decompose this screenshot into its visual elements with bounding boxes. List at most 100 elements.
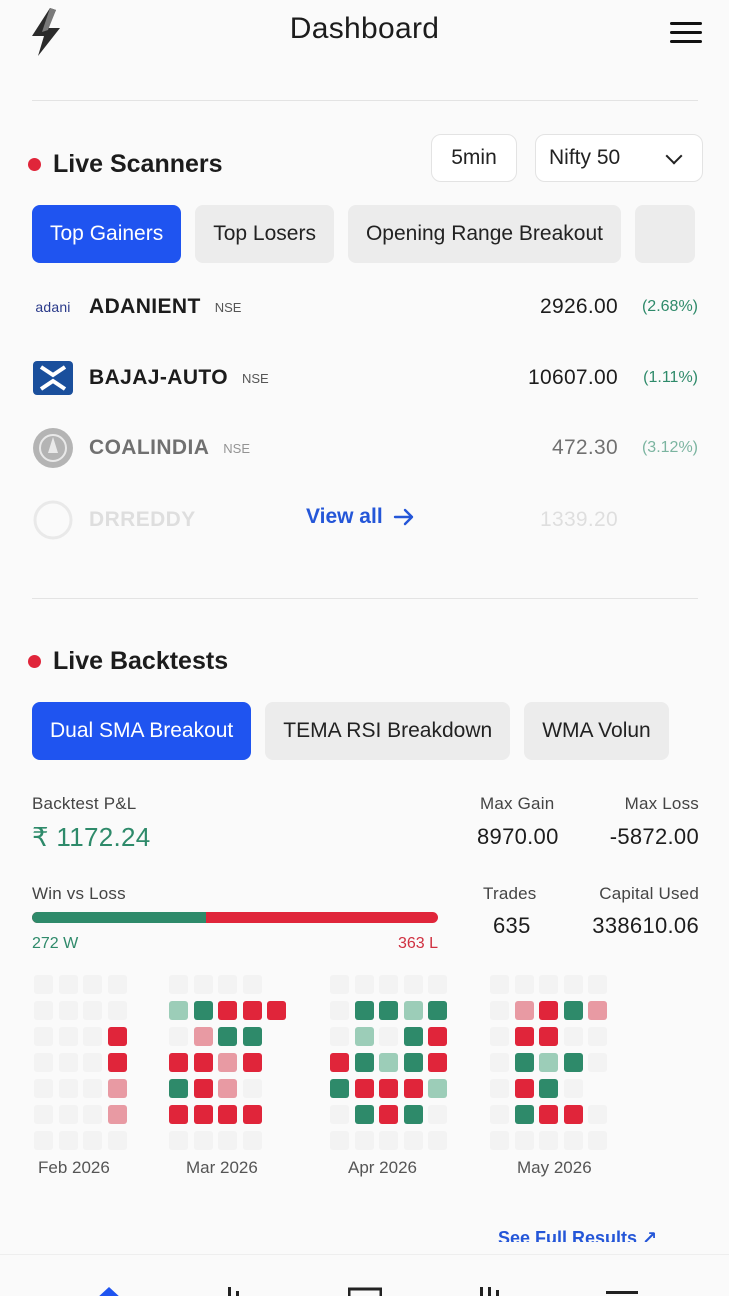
capital-value: 338610.06 xyxy=(592,913,699,938)
calendar-day-cell xyxy=(83,1131,102,1150)
calendar-day-cell xyxy=(242,975,262,994)
pnl-value: ₹ 1172.24 xyxy=(32,822,151,852)
max-loss-label: Max Loss xyxy=(624,794,699,813)
stock-symbol: COALINDIA xyxy=(89,436,210,459)
stock-change: (2.68%) xyxy=(641,298,698,315)
max-loss-value: -5872.00 xyxy=(609,824,699,849)
calendar-day-cell xyxy=(169,1079,188,1098)
calendar-day-cell xyxy=(514,1001,534,1020)
calendar-day-cell xyxy=(107,1105,127,1124)
header: Dashboard xyxy=(0,0,729,80)
calendar-day-cell xyxy=(169,1131,188,1150)
calendar-day-cell xyxy=(428,1053,447,1072)
pnl-calendar-heatmap: Feb 2026 Mar 2026 Apr 2026 May 2026 xyxy=(0,975,729,1185)
tab-wma-volume[interactable]: WMA Volun xyxy=(524,702,669,760)
calendar-day-cell xyxy=(379,1105,398,1124)
pnl-label: Backtest P&L xyxy=(32,794,137,813)
losses-count: 363 L xyxy=(397,935,438,952)
calendar-day-cell xyxy=(563,1131,583,1150)
scanner-icon[interactable] xyxy=(224,1287,248,1296)
calendar-day-cell xyxy=(107,1027,127,1046)
interval-select[interactable]: 5min xyxy=(431,134,517,182)
backtest-icon[interactable] xyxy=(478,1287,508,1296)
home-icon[interactable] xyxy=(96,1287,122,1296)
calendar-day-cell xyxy=(330,975,349,994)
calendar-day-cell xyxy=(354,1131,374,1150)
calendar-day-cell xyxy=(330,1105,349,1124)
calendar-day-cell xyxy=(403,1079,423,1098)
calendar-day-cell xyxy=(242,1131,262,1150)
divider xyxy=(32,100,698,101)
calendar-day-cell xyxy=(428,975,447,994)
calendar-day-cell xyxy=(588,1105,607,1124)
calendar-day-cell xyxy=(539,1001,558,1020)
stock-price: 2926.00 xyxy=(539,295,618,318)
calendar-day-cell xyxy=(34,1105,53,1124)
bottom-navigation xyxy=(0,1254,729,1296)
calendar-day-cell xyxy=(83,1053,102,1072)
win-fill xyxy=(32,912,206,923)
list-item[interactable]: adani ADANIENT NSE 2926.00 (2.68%) xyxy=(32,281,698,333)
calendar-day-cell xyxy=(428,1131,447,1150)
calendar-day-cell xyxy=(514,1079,534,1098)
calendar-day-cell xyxy=(169,1053,188,1072)
view-all-link[interactable]: View all xyxy=(306,505,415,529)
calendar-day-cell xyxy=(193,1079,213,1098)
capital-label: Capital Used xyxy=(599,884,699,903)
calendar-day-cell xyxy=(58,1105,78,1124)
max-gain-value: 8970.00 xyxy=(477,824,559,849)
hamburger-menu-icon[interactable] xyxy=(668,20,704,46)
calendar-day-cell xyxy=(490,1001,509,1020)
calendar-day-cell xyxy=(169,1001,188,1020)
calendar-day-cell xyxy=(490,1079,509,1098)
calendar-day-cell xyxy=(539,975,558,994)
calendar-day-cell xyxy=(242,1001,262,1020)
calendar-day-cell xyxy=(169,975,188,994)
index-select[interactable]: Nifty 50 xyxy=(535,134,703,182)
trades-value: 635 xyxy=(493,913,531,938)
tab-tema-rsi-breakdown[interactable]: TEMA RSI Breakdown xyxy=(265,702,511,760)
calendar-day-cell xyxy=(58,1001,78,1020)
calendar-day-cell xyxy=(563,1079,583,1098)
tab-more[interactable] xyxy=(634,205,695,263)
calendar-day-cell xyxy=(354,1027,374,1046)
calendar-day-cell xyxy=(403,1053,423,1072)
calendar-day-cell xyxy=(563,975,583,994)
tab-top-losers[interactable]: Top Losers xyxy=(195,205,334,263)
calendar-day-cell xyxy=(539,1131,558,1150)
stock-symbol: ADANIENT xyxy=(89,295,201,318)
tab-opening-range-breakout[interactable]: Opening Range Breakout xyxy=(347,205,621,263)
calendar-day-cell xyxy=(490,1105,509,1124)
calendar-day-cell xyxy=(403,1131,423,1150)
stock-price: 10607.00 xyxy=(528,366,618,389)
list-item[interactable]: BAJAJ-AUTO NSE 10607.00 (1.11%) xyxy=(32,352,698,404)
see-full-results-link[interactable]: See Full Results ↗ xyxy=(498,1228,657,1242)
calendar-day-cell xyxy=(330,1027,349,1046)
calendar-day-cell xyxy=(218,1027,237,1046)
index-select-label: Nifty 50 xyxy=(549,146,621,169)
calendar-day-cell xyxy=(107,1053,127,1072)
backtest-tabs: Dual SMA Breakout TEMA RSI Breakdown WMA… xyxy=(32,702,687,760)
scanners-section-header: Live Scanners xyxy=(28,150,223,179)
exchange-label: NSE xyxy=(223,440,250,456)
account-icon[interactable] xyxy=(606,1287,638,1296)
bajaj-logo-icon xyxy=(32,357,74,399)
calendar-day-cell xyxy=(403,1105,423,1124)
calendar-day-cell xyxy=(588,1053,607,1072)
calendar-day-cell xyxy=(514,1105,534,1124)
calendar-day-cell xyxy=(193,1053,213,1072)
calendar-day-cell xyxy=(107,975,127,994)
list-item[interactable]: COALINDIA NSE 472.30 (3.12%) xyxy=(32,422,698,474)
adani-logo: adani xyxy=(35,299,71,315)
calendar-day-cell xyxy=(514,1027,534,1046)
strategies-icon[interactable] xyxy=(348,1287,382,1296)
calendar-day-cell xyxy=(354,975,374,994)
calendar-day-cell xyxy=(34,1001,53,1020)
calendar-day-cell xyxy=(107,1131,127,1150)
tab-top-gainers[interactable]: Top Gainers xyxy=(32,205,182,263)
calendar-day-cell xyxy=(218,1105,237,1124)
tab-dual-sma-breakout[interactable]: Dual SMA Breakout xyxy=(32,702,252,760)
page-title: Dashboard xyxy=(289,12,440,45)
winloss-label: Win vs Loss xyxy=(32,884,126,903)
calendar-day-cell xyxy=(379,1001,398,1020)
